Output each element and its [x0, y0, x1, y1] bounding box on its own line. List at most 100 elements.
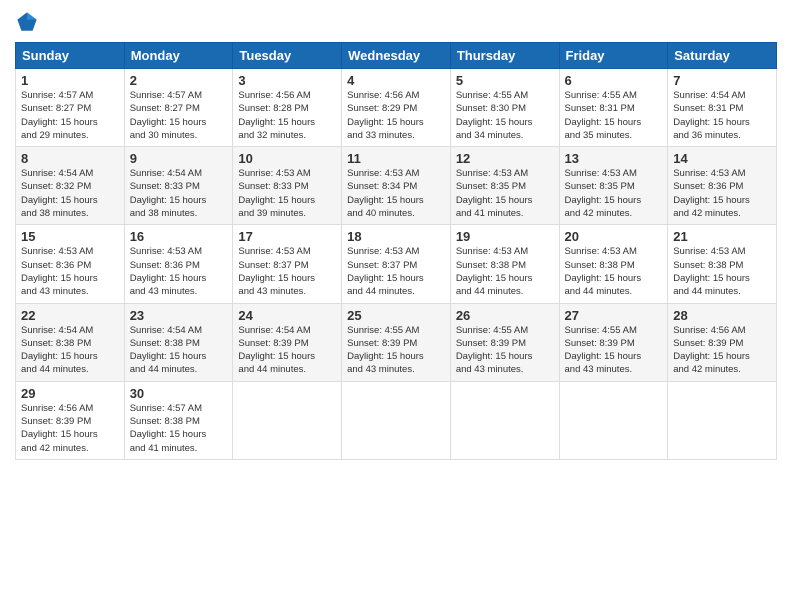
day-cell: 17 Sunrise: 4:53 AM Sunset: 8:37 PM Dayl… — [233, 225, 342, 303]
day-info: Sunrise: 4:54 AM Sunset: 8:38 PM Dayligh… — [130, 324, 228, 377]
day-info: Sunrise: 4:57 AM Sunset: 8:27 PM Dayligh… — [21, 89, 119, 142]
day-info: Sunrise: 4:56 AM Sunset: 8:39 PM Dayligh… — [673, 324, 771, 377]
day-info: Sunrise: 4:53 AM Sunset: 8:33 PM Dayligh… — [238, 167, 336, 220]
day-number: 27 — [565, 308, 663, 323]
day-number: 24 — [238, 308, 336, 323]
day-info: Sunrise: 4:54 AM Sunset: 8:31 PM Dayligh… — [673, 89, 771, 142]
day-cell: 25 Sunrise: 4:55 AM Sunset: 8:39 PM Dayl… — [342, 303, 451, 381]
logo-icon — [15, 10, 39, 34]
day-cell: 19 Sunrise: 4:53 AM Sunset: 8:38 PM Dayl… — [450, 225, 559, 303]
day-info: Sunrise: 4:55 AM Sunset: 8:39 PM Dayligh… — [347, 324, 445, 377]
day-cell: 20 Sunrise: 4:53 AM Sunset: 8:38 PM Dayl… — [559, 225, 668, 303]
day-cell: 1 Sunrise: 4:57 AM Sunset: 8:27 PM Dayli… — [16, 69, 125, 147]
day-number: 6 — [565, 73, 663, 88]
calendar-table: SundayMondayTuesdayWednesdayThursdayFrid… — [15, 42, 777, 460]
day-info: Sunrise: 4:53 AM Sunset: 8:36 PM Dayligh… — [21, 245, 119, 298]
day-info: Sunrise: 4:57 AM Sunset: 8:38 PM Dayligh… — [130, 402, 228, 455]
week-row-4: 22 Sunrise: 4:54 AM Sunset: 8:38 PM Dayl… — [16, 303, 777, 381]
column-header-monday: Monday — [124, 43, 233, 69]
day-number: 30 — [130, 386, 228, 401]
day-info: Sunrise: 4:53 AM Sunset: 8:37 PM Dayligh… — [238, 245, 336, 298]
day-cell: 11 Sunrise: 4:53 AM Sunset: 8:34 PM Dayl… — [342, 147, 451, 225]
day-cell: 29 Sunrise: 4:56 AM Sunset: 8:39 PM Dayl… — [16, 381, 125, 459]
column-header-thursday: Thursday — [450, 43, 559, 69]
day-info: Sunrise: 4:56 AM Sunset: 8:29 PM Dayligh… — [347, 89, 445, 142]
day-number: 19 — [456, 229, 554, 244]
day-cell: 7 Sunrise: 4:54 AM Sunset: 8:31 PM Dayli… — [668, 69, 777, 147]
day-info: Sunrise: 4:53 AM Sunset: 8:37 PM Dayligh… — [347, 245, 445, 298]
week-row-1: 1 Sunrise: 4:57 AM Sunset: 8:27 PM Dayli… — [16, 69, 777, 147]
week-row-2: 8 Sunrise: 4:54 AM Sunset: 8:32 PM Dayli… — [16, 147, 777, 225]
day-info: Sunrise: 4:56 AM Sunset: 8:39 PM Dayligh… — [21, 402, 119, 455]
day-number: 25 — [347, 308, 445, 323]
day-info: Sunrise: 4:55 AM Sunset: 8:39 PM Dayligh… — [565, 324, 663, 377]
day-number: 3 — [238, 73, 336, 88]
column-header-wednesday: Wednesday — [342, 43, 451, 69]
day-number: 11 — [347, 151, 445, 166]
day-number: 23 — [130, 308, 228, 323]
day-info: Sunrise: 4:53 AM Sunset: 8:38 PM Dayligh… — [673, 245, 771, 298]
day-number: 13 — [565, 151, 663, 166]
header-row: SundayMondayTuesdayWednesdayThursdayFrid… — [16, 43, 777, 69]
day-info: Sunrise: 4:55 AM Sunset: 8:39 PM Dayligh… — [456, 324, 554, 377]
day-info: Sunrise: 4:53 AM Sunset: 8:36 PM Dayligh… — [130, 245, 228, 298]
day-info: Sunrise: 4:53 AM Sunset: 8:36 PM Dayligh… — [673, 167, 771, 220]
day-number: 20 — [565, 229, 663, 244]
day-info: Sunrise: 4:53 AM Sunset: 8:38 PM Dayligh… — [565, 245, 663, 298]
day-number: 29 — [21, 386, 119, 401]
calendar-page: SundayMondayTuesdayWednesdayThursdayFrid… — [0, 0, 792, 612]
day-info: Sunrise: 4:57 AM Sunset: 8:27 PM Dayligh… — [130, 89, 228, 142]
day-cell: 27 Sunrise: 4:55 AM Sunset: 8:39 PM Dayl… — [559, 303, 668, 381]
day-cell — [559, 381, 668, 459]
day-info: Sunrise: 4:56 AM Sunset: 8:28 PM Dayligh… — [238, 89, 336, 142]
day-cell: 16 Sunrise: 4:53 AM Sunset: 8:36 PM Dayl… — [124, 225, 233, 303]
day-number: 17 — [238, 229, 336, 244]
day-number: 4 — [347, 73, 445, 88]
day-cell — [342, 381, 451, 459]
day-cell: 18 Sunrise: 4:53 AM Sunset: 8:37 PM Dayl… — [342, 225, 451, 303]
day-number: 21 — [673, 229, 771, 244]
day-info: Sunrise: 4:53 AM Sunset: 8:38 PM Dayligh… — [456, 245, 554, 298]
day-info: Sunrise: 4:53 AM Sunset: 8:34 PM Dayligh… — [347, 167, 445, 220]
day-cell — [668, 381, 777, 459]
day-cell: 8 Sunrise: 4:54 AM Sunset: 8:32 PM Dayli… — [16, 147, 125, 225]
day-info: Sunrise: 4:53 AM Sunset: 8:35 PM Dayligh… — [456, 167, 554, 220]
day-cell — [450, 381, 559, 459]
day-number: 18 — [347, 229, 445, 244]
day-number: 7 — [673, 73, 771, 88]
header — [15, 10, 777, 34]
day-cell: 10 Sunrise: 4:53 AM Sunset: 8:33 PM Dayl… — [233, 147, 342, 225]
column-header-sunday: Sunday — [16, 43, 125, 69]
day-cell: 6 Sunrise: 4:55 AM Sunset: 8:31 PM Dayli… — [559, 69, 668, 147]
day-info: Sunrise: 4:54 AM Sunset: 8:39 PM Dayligh… — [238, 324, 336, 377]
logo — [15, 10, 43, 34]
day-number: 26 — [456, 308, 554, 323]
day-cell: 23 Sunrise: 4:54 AM Sunset: 8:38 PM Dayl… — [124, 303, 233, 381]
day-cell: 22 Sunrise: 4:54 AM Sunset: 8:38 PM Dayl… — [16, 303, 125, 381]
day-cell: 5 Sunrise: 4:55 AM Sunset: 8:30 PM Dayli… — [450, 69, 559, 147]
day-number: 12 — [456, 151, 554, 166]
day-info: Sunrise: 4:55 AM Sunset: 8:30 PM Dayligh… — [456, 89, 554, 142]
day-number: 14 — [673, 151, 771, 166]
day-number: 8 — [21, 151, 119, 166]
day-cell: 2 Sunrise: 4:57 AM Sunset: 8:27 PM Dayli… — [124, 69, 233, 147]
day-number: 2 — [130, 73, 228, 88]
day-cell: 24 Sunrise: 4:54 AM Sunset: 8:39 PM Dayl… — [233, 303, 342, 381]
day-info: Sunrise: 4:55 AM Sunset: 8:31 PM Dayligh… — [565, 89, 663, 142]
day-number: 10 — [238, 151, 336, 166]
day-cell: 3 Sunrise: 4:56 AM Sunset: 8:28 PM Dayli… — [233, 69, 342, 147]
day-cell: 26 Sunrise: 4:55 AM Sunset: 8:39 PM Dayl… — [450, 303, 559, 381]
day-cell: 12 Sunrise: 4:53 AM Sunset: 8:35 PM Dayl… — [450, 147, 559, 225]
day-cell: 4 Sunrise: 4:56 AM Sunset: 8:29 PM Dayli… — [342, 69, 451, 147]
day-cell: 13 Sunrise: 4:53 AM Sunset: 8:35 PM Dayl… — [559, 147, 668, 225]
day-info: Sunrise: 4:53 AM Sunset: 8:35 PM Dayligh… — [565, 167, 663, 220]
week-row-3: 15 Sunrise: 4:53 AM Sunset: 8:36 PM Dayl… — [16, 225, 777, 303]
day-number: 22 — [21, 308, 119, 323]
week-row-5: 29 Sunrise: 4:56 AM Sunset: 8:39 PM Dayl… — [16, 381, 777, 459]
day-info: Sunrise: 4:54 AM Sunset: 8:33 PM Dayligh… — [130, 167, 228, 220]
day-cell: 28 Sunrise: 4:56 AM Sunset: 8:39 PM Dayl… — [668, 303, 777, 381]
day-cell — [233, 381, 342, 459]
day-info: Sunrise: 4:54 AM Sunset: 8:32 PM Dayligh… — [21, 167, 119, 220]
day-number: 28 — [673, 308, 771, 323]
day-cell: 21 Sunrise: 4:53 AM Sunset: 8:38 PM Dayl… — [668, 225, 777, 303]
